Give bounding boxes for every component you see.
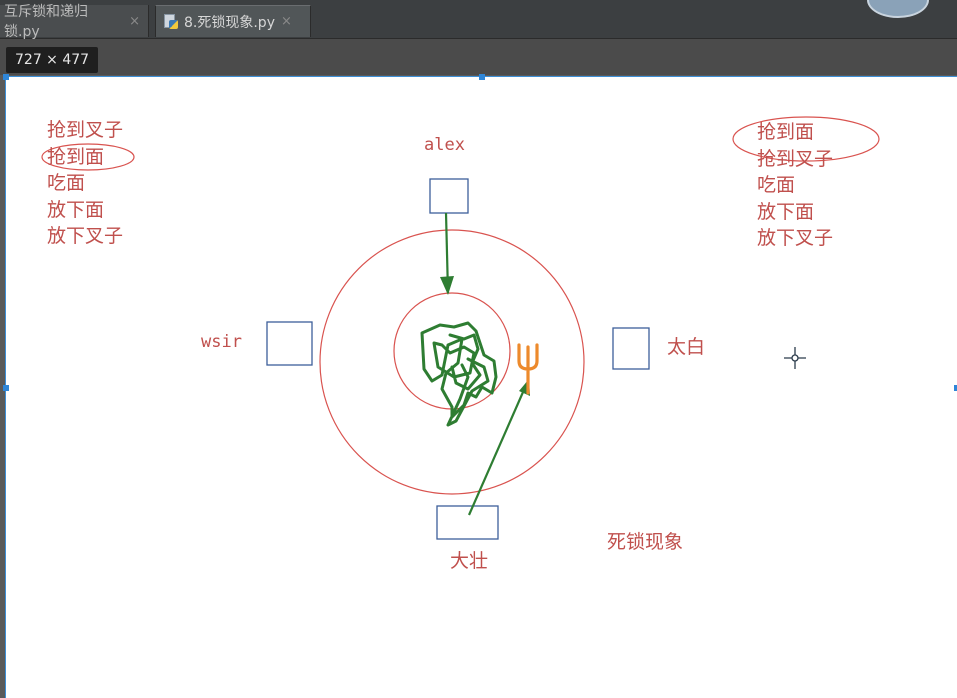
resize-handle[interactable]: [3, 385, 9, 391]
seat-bottom: [436, 505, 499, 540]
seat-top: [429, 178, 469, 214]
resize-handle[interactable]: [3, 74, 9, 80]
resize-handle[interactable]: [479, 74, 485, 80]
list-item: 抢到面: [47, 145, 105, 168]
name-left: wsir: [201, 332, 242, 352]
editor-tab-bar: 互斥锁和递归锁.py × 8.死锁现象.py ×: [0, 0, 957, 40]
list-item: 抢到叉子: [47, 119, 124, 141]
list-item: 放下叉子: [47, 225, 124, 247]
drawing-canvas[interactable]: 抢到叉子 抢到面 吃面 放下面 放下叉子 抢到面 抢到叉子 吃面 放下面 放下叉…: [3, 74, 957, 698]
name-right: 太白: [667, 336, 706, 358]
noodles-scribble: [420, 321, 498, 427]
close-icon[interactable]: ×: [129, 14, 140, 29]
tab-label: 互斥锁和递归锁.py: [4, 4, 88, 40]
left-steps-list: 抢到叉子 抢到面 吃面 放下面 放下叉子: [47, 117, 123, 250]
caption: 死锁现象: [607, 531, 684, 553]
python-file-icon: [164, 14, 178, 29]
name-bottom: 大壮: [450, 550, 489, 572]
screenshot-overlay-strip: [0, 39, 957, 75]
seat-left: [266, 321, 313, 366]
name-top: alex: [424, 135, 465, 155]
fork-drawing: [517, 343, 539, 395]
list-item: 放下面: [47, 198, 105, 221]
crosshair-cursor-icon: [784, 347, 806, 369]
selection-size-badge: 727 × 477: [6, 47, 99, 73]
seat-right: [612, 327, 650, 370]
close-icon[interactable]: ×: [281, 14, 292, 29]
tab-label: 8.死锁现象.py: [184, 14, 275, 31]
list-item: 吃面: [757, 174, 796, 196]
tab-mutex-and-rlock[interactable]: 互斥锁和递归锁.py ×: [0, 4, 149, 40]
list-item: 吃面: [47, 172, 86, 194]
list-item: 放下面: [757, 200, 815, 223]
list-item: 抢到叉子: [757, 147, 834, 170]
list-item: 抢到面: [757, 121, 815, 143]
list-item: 放下叉子: [757, 227, 834, 249]
right-steps-list: 抢到面 抢到叉子 吃面 放下面 放下叉子: [757, 119, 833, 252]
arrow-top-head: [440, 276, 454, 295]
tab-deadlock[interactable]: 8.死锁现象.py ×: [155, 5, 311, 37]
table-outer-circle: [319, 229, 585, 495]
avatar: [867, 0, 929, 18]
